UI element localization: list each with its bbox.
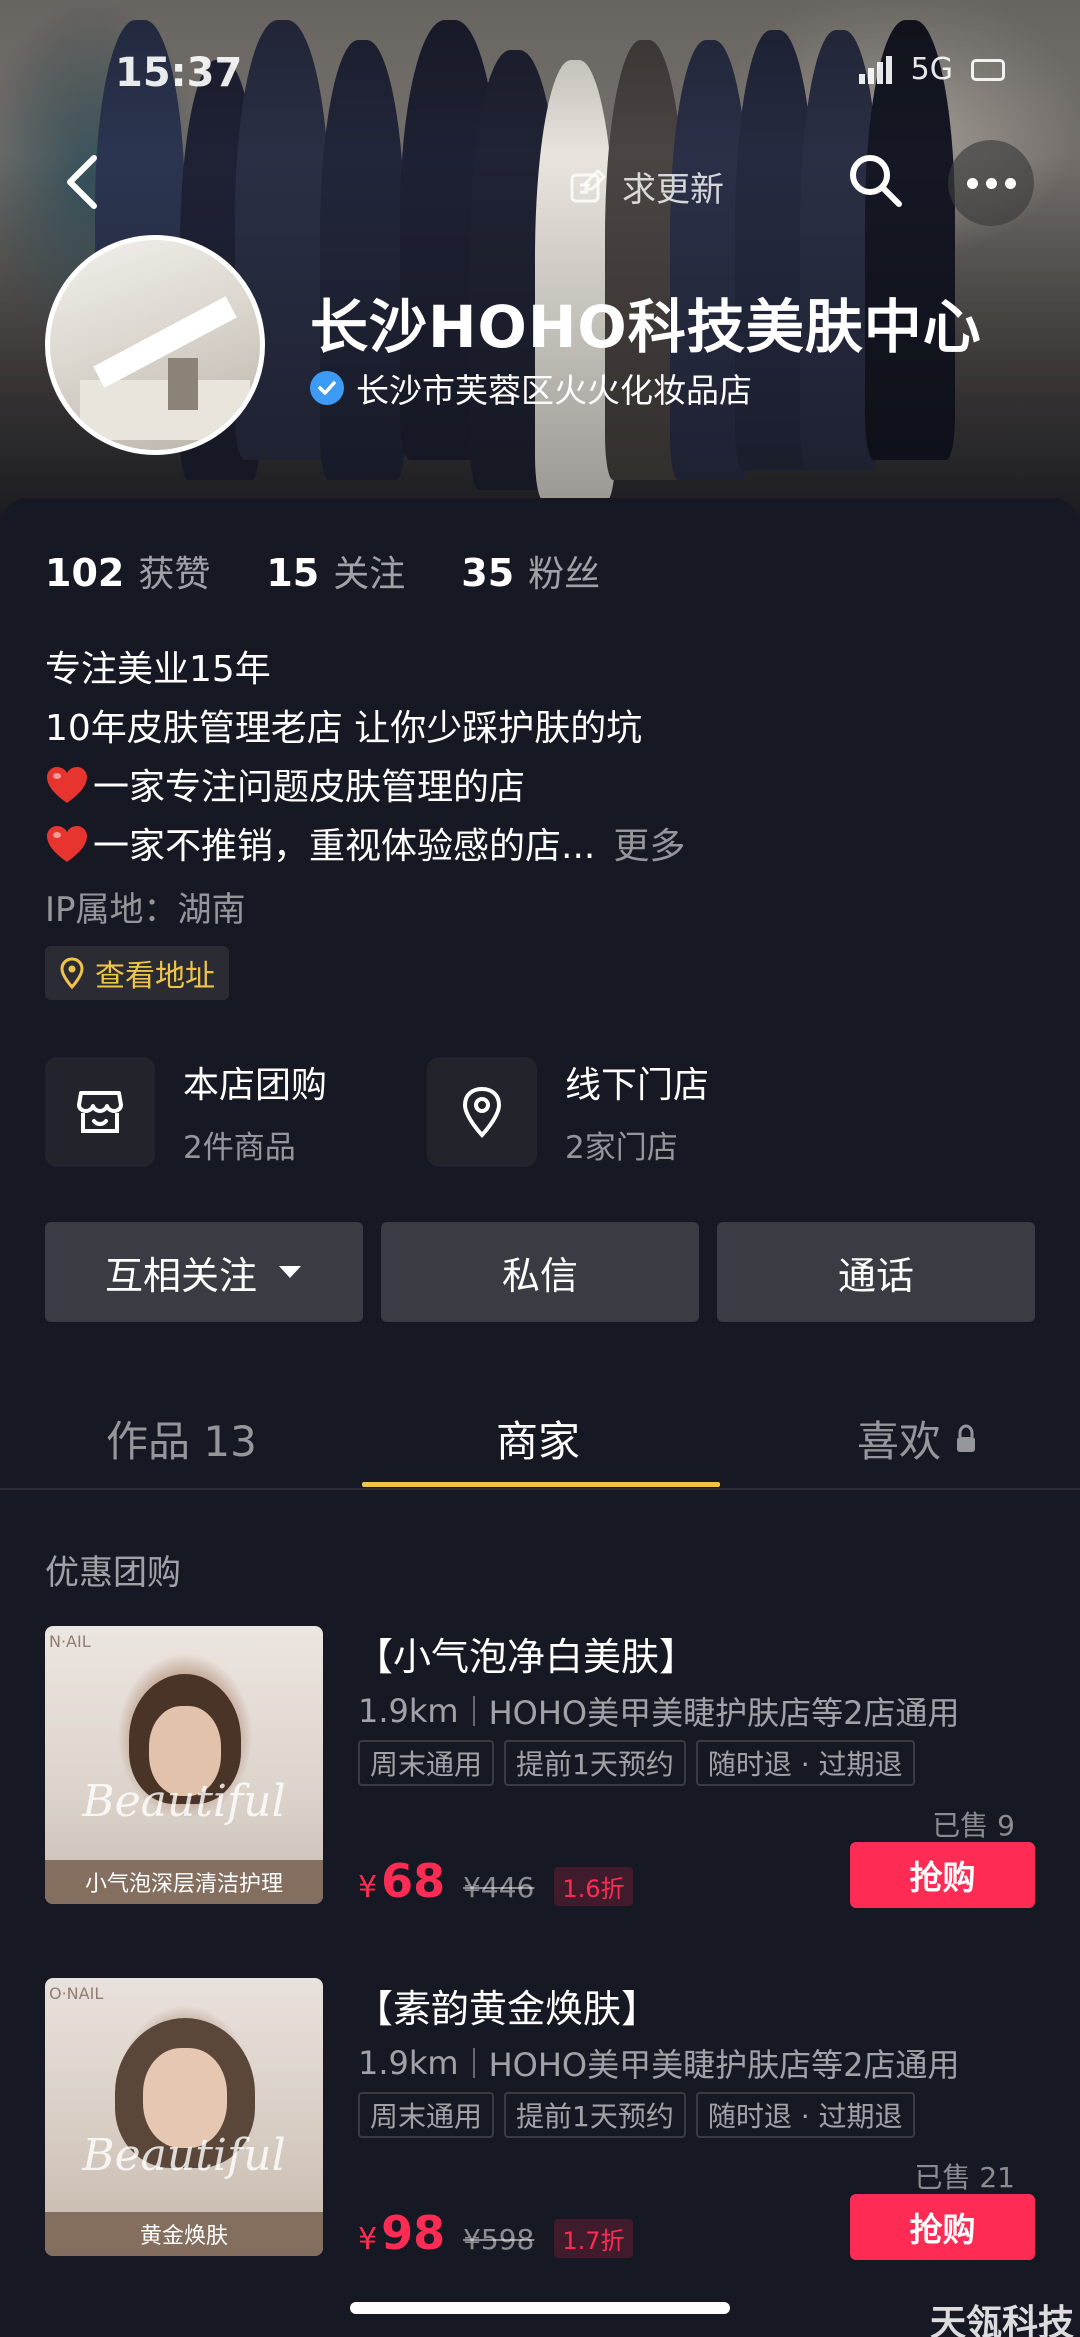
update-icon <box>570 168 607 202</box>
status-icons: 5G <box>858 52 1005 87</box>
profile-stats: 102 获赞 15 关注 35 粉丝 <box>45 545 656 597</box>
deal-thumbnail-brand: O·NAIL <box>49 1984 104 2003</box>
mutual-follow-button[interactable]: 互相关注 <box>45 1222 363 1322</box>
network-label: 5G <box>910 52 953 87</box>
mutual-follow-label: 互相关注 <box>104 1253 257 1298</box>
more-options-button[interactable] <box>948 140 1034 226</box>
shop-icon <box>45 1056 155 1167</box>
deal-thumbnail-script: Beautiful <box>82 1776 286 1827</box>
location-icon <box>427 1056 537 1167</box>
likes-label[interactable]: 获赞 <box>138 545 210 597</box>
deal-sold-count: 已售 9 <box>932 1809 1015 1842</box>
status-time: 15:37 <box>115 50 243 96</box>
profile-tabs: 作品 13 商家 喜欢 <box>0 1380 1080 1490</box>
heart-icon <box>47 826 87 862</box>
offline-store-title: 线下门店 <box>565 1065 710 1106</box>
deal-currency: ¥ <box>358 1870 378 1905</box>
active-tab-indicator <box>362 1482 720 1487</box>
update-request-button[interactable]: 求更新 <box>568 162 724 211</box>
offline-store-entry[interactable]: 线下门店 2家门店 <box>427 1056 709 1167</box>
message-button[interactable]: 私信 <box>381 1222 699 1322</box>
deal-thumbnail-brand: N·AIL <box>49 1632 91 1651</box>
deal-price: ¥68 ¥446 1.6折 <box>358 1854 633 1908</box>
deal-price-value: 68 <box>381 1854 446 1908</box>
watermark: 天瓴科技 <box>930 2303 1075 2337</box>
deal-distance: 1.9km <box>358 2044 459 2082</box>
deal-title[interactable]: 【素韵黄金焕肤】 <box>355 1978 659 2033</box>
deal-tags: 周末通用 提前1天预约 随时退 · 过期退 <box>358 2092 915 2138</box>
deal-thumbnail-caption: 小气泡深层清洁护理 <box>45 1860 323 1904</box>
verified-badge-icon <box>310 371 344 405</box>
update-label: 求更新 <box>622 170 724 210</box>
profile-name: 长沙HOHO科技美肤中心 <box>310 293 982 361</box>
deal-info: 1.9km HOHO美甲美睫护肤店等2店通用 <box>358 2040 959 2086</box>
deal-thumbnail[interactable]: N·AIL Beautiful 小气泡深层清洁护理 <box>45 1626 323 1904</box>
following-count[interactable]: 15 <box>266 551 319 595</box>
tab-likes-label: 喜欢 <box>857 1417 942 1466</box>
home-indicator[interactable] <box>350 2302 730 2314</box>
deal-tag: 周末通用 <box>358 1740 495 1786</box>
deal-tag: 随时退 · 过期退 <box>695 2092 915 2138</box>
deal-currency: ¥ <box>358 2222 378 2257</box>
deal-discount-badge: 1.7折 <box>554 2219 633 2258</box>
deal-info: 1.9km HOHO美甲美睫护肤店等2店通用 <box>358 1688 959 1734</box>
followers-count[interactable]: 35 <box>461 551 514 595</box>
buy-button[interactable]: 抢购 <box>850 2194 1035 2260</box>
deal-card[interactable]: O·NAIL Beautiful 黄金焕肤 【素韵黄金焕肤】 1.9km HOHO… <box>45 1978 1045 2260</box>
deal-discount-badge: 1.6折 <box>554 1867 633 1906</box>
section-title: 优惠团购 <box>45 1553 181 1593</box>
deal-card[interactable]: N·AIL Beautiful 小气泡深层清洁护理 【小气泡净白美肤】 1.9k… <box>45 1626 1045 1908</box>
deal-tag: 提前1天预约 <box>504 2092 686 2138</box>
ip-location: IP属地：湖南 <box>45 890 246 930</box>
deal-title[interactable]: 【小气泡净白美肤】 <box>355 1626 697 1681</box>
deal-price: ¥98 ¥598 1.7折 <box>358 2206 633 2260</box>
signal-icon <box>858 55 892 84</box>
deal-thumbnail-script: Beautiful <box>82 2130 286 2181</box>
caret-down-icon <box>279 1266 301 1278</box>
deal-tag: 随时退 · 过期退 <box>695 1740 915 1786</box>
verified-business[interactable]: 长沙市芙蓉区火火化妆品店 <box>310 364 752 412</box>
bio-more-link[interactable]: 更多 <box>613 826 685 867</box>
deal-stores: HOHO美甲美睫护肤店等2店通用 <box>488 2046 960 2084</box>
search-button[interactable] <box>845 150 905 210</box>
battery-icon <box>971 58 1005 81</box>
deal-price-value: 98 <box>381 2206 446 2260</box>
call-button[interactable]: 通话 <box>717 1222 1035 1322</box>
offline-store-count: 2家门店 <box>565 1130 678 1166</box>
group-buy-entry[interactable]: 本店团购 2件商品 <box>45 1056 327 1167</box>
bio-line-1: 专注美业15年 <box>45 649 271 690</box>
back-button[interactable] <box>62 152 102 212</box>
deal-thumbnail[interactable]: O·NAIL Beautiful 黄金焕肤 <box>45 1978 323 2256</box>
group-buy-title: 本店团购 <box>183 1065 328 1106</box>
bio: 专注美业15年 10年皮肤管理老店 让你少踩护肤的坑 一家专注问题皮肤管理的店 … <box>45 640 685 876</box>
deal-original-price: ¥446 <box>463 1871 535 1904</box>
tab-merchant[interactable]: 商家 <box>496 1408 580 1469</box>
verified-business-name: 长沙市芙蓉区火火化妆品店 <box>356 371 752 410</box>
buy-button[interactable]: 抢购 <box>850 1842 1035 1908</box>
deal-tags: 周末通用 提前1天预约 随时退 · 过期退 <box>358 1740 915 1786</box>
profile-page: 15:37 5G 求更新 长沙HOHO科技美肤中心 长沙市芙蓉区火火化妆品店 1… <box>0 0 1080 2337</box>
avatar[interactable] <box>45 235 265 455</box>
lock-icon <box>957 1423 976 1452</box>
tab-works[interactable]: 作品 13 <box>106 1408 257 1469</box>
deal-thumbnail-caption: 黄金焕肤 <box>45 2212 323 2256</box>
likes-count[interactable]: 102 <box>45 551 124 595</box>
following-label[interactable]: 关注 <box>333 545 405 597</box>
heart-icon <box>47 767 87 803</box>
group-buy-count: 2件商品 <box>183 1130 296 1166</box>
tab-likes[interactable]: 喜欢 <box>857 1408 977 1469</box>
bio-line-4: 一家不推销，重视体验感的店... <box>93 826 596 867</box>
bio-line-2: 10年皮肤管理老店 让你少踩护肤的坑 <box>45 708 643 749</box>
deal-sold-count: 已售 21 <box>914 2161 1015 2194</box>
view-address-label: 查看地址 <box>95 959 215 994</box>
deal-original-price: ¥598 <box>463 2223 535 2256</box>
bio-line-3: 一家专注问题皮肤管理的店 <box>93 767 526 808</box>
deal-distance: 1.9km <box>358 1692 459 1730</box>
deal-tag: 周末通用 <box>358 2092 495 2138</box>
view-address-button[interactable]: 查看地址 <box>45 946 229 1000</box>
followers-label[interactable]: 粉丝 <box>528 545 600 597</box>
location-pin-icon <box>60 957 84 989</box>
deal-stores: HOHO美甲美睫护肤店等2店通用 <box>488 1694 960 1732</box>
deal-tag: 提前1天预约 <box>504 1740 686 1786</box>
